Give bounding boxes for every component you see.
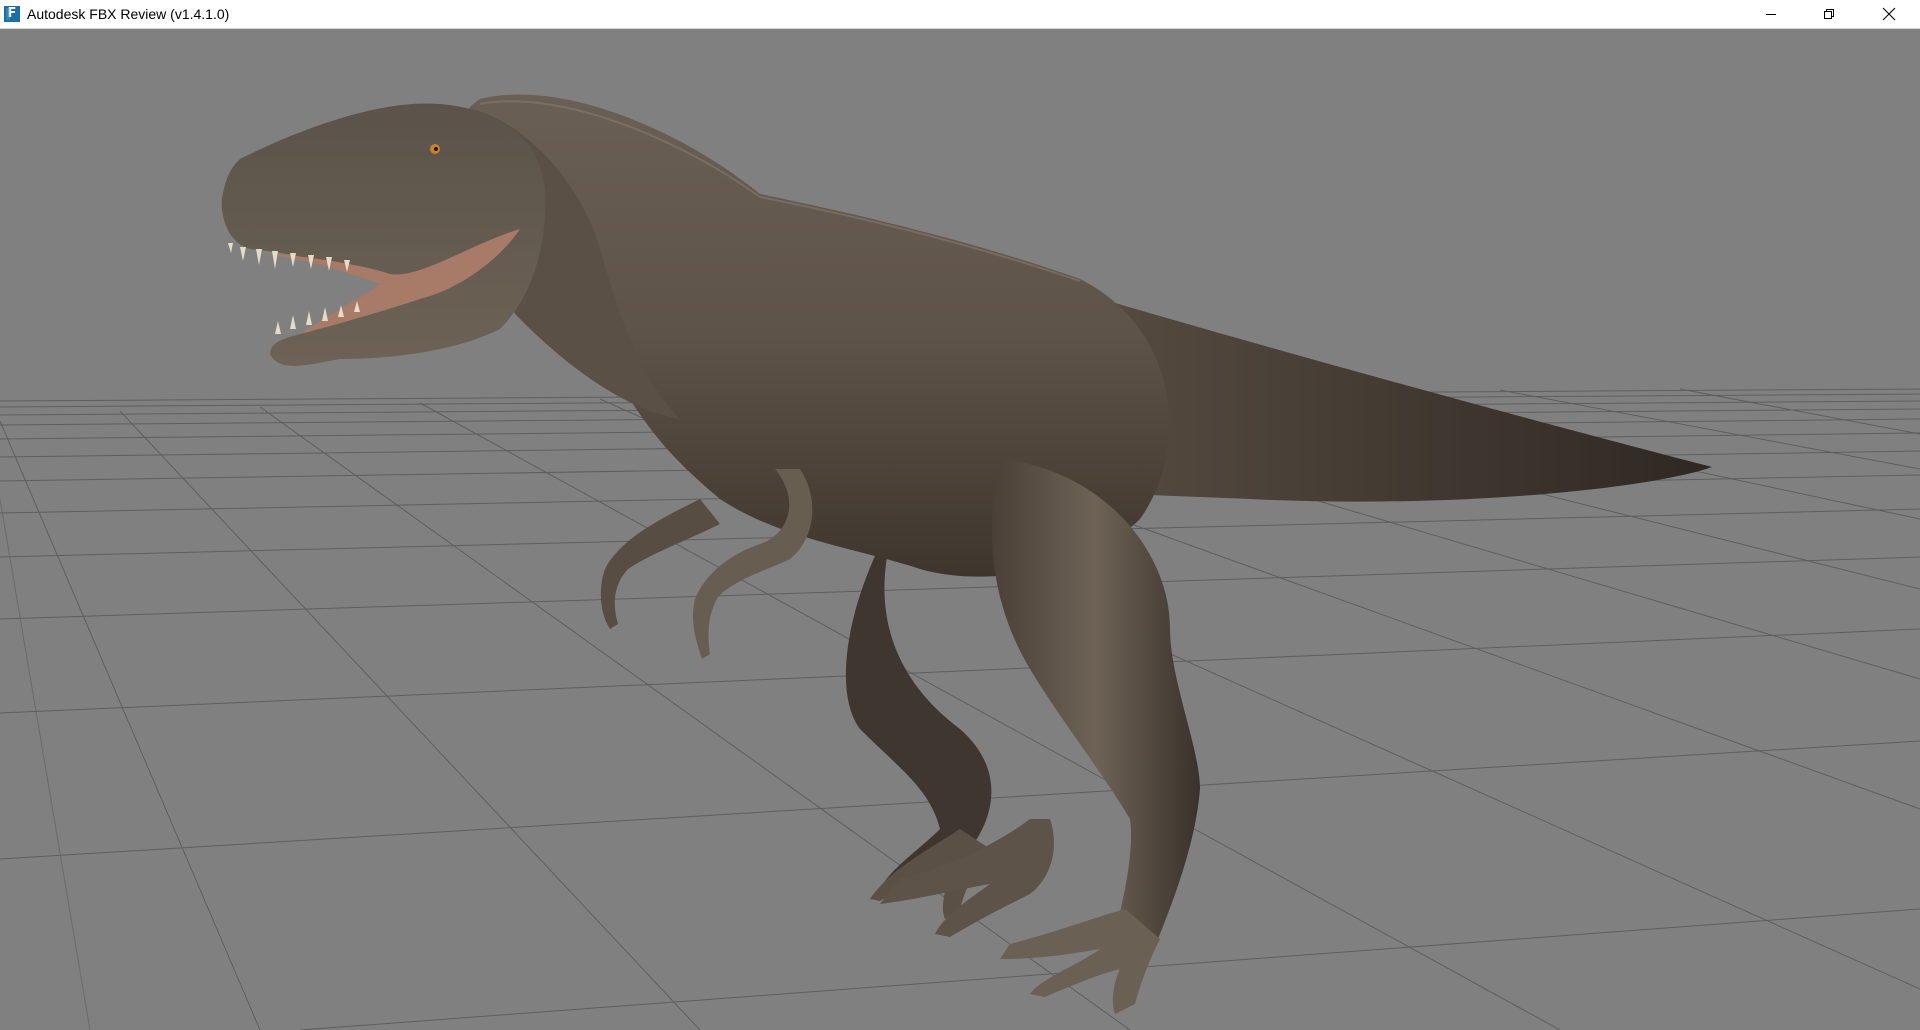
window-title: Autodesk FBX Review (v1.4.1.0) <box>27 6 230 22</box>
3d-viewport[interactable] <box>0 29 1920 1030</box>
title-bar[interactable]: F Autodesk FBX Review (v1.4.1.0) <box>0 0 1920 29</box>
minimize-button[interactable] <box>1742 0 1800 28</box>
scene-canvas[interactable] <box>0 29 1920 1030</box>
minimize-icon <box>1766 14 1776 15</box>
close-icon <box>1882 7 1896 21</box>
trex-pupil <box>434 147 438 151</box>
trex-head <box>221 103 546 366</box>
fbx-review-icon[interactable]: F <box>4 6 20 22</box>
restore-icon <box>1824 9 1834 19</box>
restore-button[interactable] <box>1800 0 1858 28</box>
trex-near-foot <box>1000 909 1160 1014</box>
close-button[interactable] <box>1858 0 1920 28</box>
trex-model[interactable] <box>221 94 1712 1014</box>
fbx-review-window: F Autodesk FBX Review (v1.4.1.0) <box>0 0 1920 1030</box>
